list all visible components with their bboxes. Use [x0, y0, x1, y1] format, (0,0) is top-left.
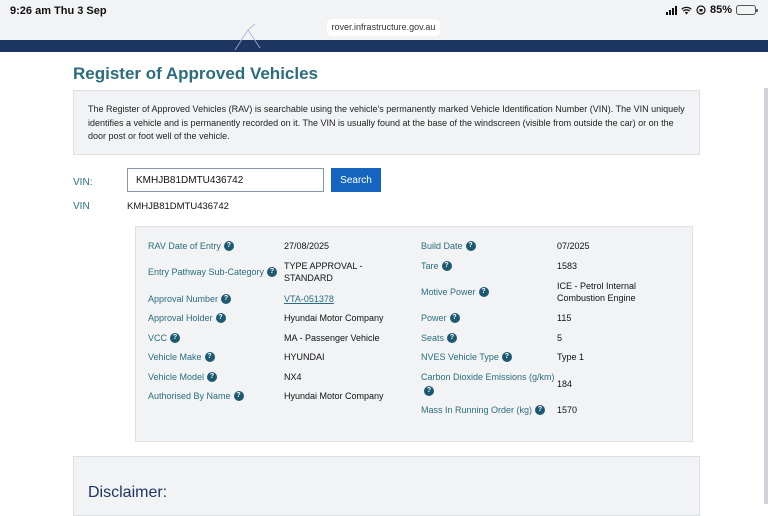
detail-row-approval-number: Approval Number? VTA-051378 [148, 293, 334, 305]
help-icon[interactable]: ? [223, 241, 234, 251]
detail-row-seats: Seats? 5 [421, 332, 562, 344]
detail-row-vehicle-model: Vehicle Model? NX4 [148, 371, 302, 383]
disclaimer-panel: Disclaimer: [73, 456, 700, 516]
detail-value: 5 [557, 333, 563, 343]
vin-result-label: VIN [73, 201, 90, 212]
battery-icon [736, 5, 758, 15]
detail-value: Type 1 [557, 352, 585, 362]
detail-value: 07/2025 [557, 241, 590, 251]
detail-row-authorised-by: Authorised By Name? Hyundai Motor Compan… [148, 390, 384, 402]
detail-value: 1583 [557, 261, 578, 271]
help-icon[interactable]: ? [204, 352, 215, 362]
detail-value: ICE - Petrol Internal Combustion Engine [557, 281, 637, 303]
detail-row-entry-pathway: Entry Pathway Sub-Category? TYPE APPROVA… [148, 260, 384, 284]
detail-label: Mass In Running Order (kg)? [421, 405, 557, 415]
detail-value: Hyundai Motor Company [284, 391, 384, 401]
scrollbar-track[interactable] [764, 88, 768, 504]
detail-label: Power? [421, 313, 557, 323]
detail-row-vcc: VCC? MA - Passenger Vehicle [148, 332, 380, 344]
help-icon[interactable]: ? [233, 391, 244, 401]
help-icon[interactable]: ? [465, 241, 476, 251]
help-icon[interactable]: ? [447, 333, 458, 343]
detail-value: 184 [557, 378, 573, 389]
vin-search-input[interactable] [127, 168, 324, 192]
detail-row-co2: Carbon Dioxide Emissions (g/km)? 184 [421, 371, 572, 396]
approval-number-link[interactable]: VTA-051378 [284, 293, 334, 305]
detail-value: NX4 [284, 372, 302, 382]
detail-row-build-date: Build Date? 07/2025 [421, 240, 590, 252]
intro-text: The Register of Approved Vehicles (RAV) … [88, 104, 685, 141]
detail-row-mass: Mass In Running Order (kg)? 1570 [421, 404, 577, 416]
cellular-signal-icon [665, 5, 677, 15]
detail-label: Carbon Dioxide Emissions (g/km)? [421, 372, 555, 396]
detail-label: Seats? [421, 333, 557, 343]
detail-label: RAV Date of Entry? [148, 241, 284, 251]
wifi-icon [681, 6, 692, 14]
detail-value: Hyundai Motor Company [284, 313, 384, 323]
search-button[interactable]: Search [331, 168, 381, 192]
detail-value: HYUNDAI [284, 352, 325, 362]
detail-value: MA - Passenger Vehicle [284, 333, 380, 343]
site-header-band [0, 23, 768, 52]
detail-label: Approval Number? [148, 294, 284, 304]
detail-row-approval-holder: Approval Holder? Hyundai Motor Company [148, 312, 384, 324]
detail-label: Vehicle Make? [148, 352, 284, 362]
help-icon[interactable]: ? [449, 313, 460, 323]
detail-row-vehicle-make: Vehicle Make? HYUNDAI [148, 351, 325, 363]
intro-panel: The Register of Approved Vehicles (RAV) … [73, 90, 700, 155]
detail-label: VCC? [148, 333, 284, 343]
help-icon[interactable]: ? [424, 386, 434, 396]
detail-label: Tare? [421, 261, 557, 271]
detail-row-nves-type: NVES Vehicle Type? Type 1 [421, 351, 584, 363]
orientation-lock-icon [696, 5, 706, 15]
vehicle-details-panel: RAV Date of Entry? 27/08/2025 Entry Path… [135, 226, 693, 442]
detail-value: TYPE APPROVAL - STANDARD [284, 261, 363, 283]
status-time: 9:26 am [10, 5, 51, 17]
page-title: Register of Approved Vehicles [73, 64, 318, 83]
help-icon[interactable]: ? [215, 313, 226, 323]
detail-label: Build Date? [421, 241, 557, 251]
detail-row-power: Power? 115 [421, 312, 571, 324]
help-icon[interactable]: ? [267, 267, 278, 277]
help-icon[interactable]: ? [207, 372, 218, 382]
help-icon[interactable]: ? [535, 405, 546, 415]
help-icon[interactable]: ? [478, 287, 489, 297]
detail-value: 27/08/2025 [284, 241, 330, 251]
address-bar[interactable]: rover.infrastructure.gov.au [327, 19, 440, 36]
detail-label: Authorised By Name? [148, 391, 284, 401]
detail-label: Entry Pathway Sub-Category? [148, 267, 284, 277]
status-indicators: 85% [665, 4, 758, 16]
detail-value: 1570 [557, 405, 578, 415]
detail-label: Vehicle Model? [148, 372, 284, 382]
detail-value: 115 [557, 313, 572, 323]
status-bar: 9:26 am Thu 3 Sep 85% rover.infrastructu… [0, 0, 768, 40]
header-graphic [234, 23, 261, 51]
vin-result-value: KMHJB81DMTU436742 [127, 201, 229, 212]
help-icon[interactable]: ? [221, 294, 232, 304]
help-icon[interactable]: ? [170, 333, 181, 343]
help-icon[interactable]: ? [501, 352, 512, 362]
vin-search-label: VIN: [73, 177, 93, 188]
status-date: Thu 3 Sep [54, 5, 107, 17]
detail-label: Approval Holder? [148, 313, 284, 323]
detail-label: NVES Vehicle Type? [421, 352, 557, 362]
detail-row-tare: Tare? 1583 [421, 260, 577, 272]
detail-row-motive-power: Motive Power? ICE - Petrol Internal Comb… [421, 280, 657, 304]
disclaimer-title: Disclaimer: [88, 484, 168, 501]
detail-label: Motive Power? [421, 287, 557, 297]
help-icon[interactable]: ? [441, 261, 452, 271]
detail-row-rav-date: RAV Date of Entry? 27/08/2025 [148, 240, 329, 252]
battery-percent: 85% [709, 4, 732, 16]
